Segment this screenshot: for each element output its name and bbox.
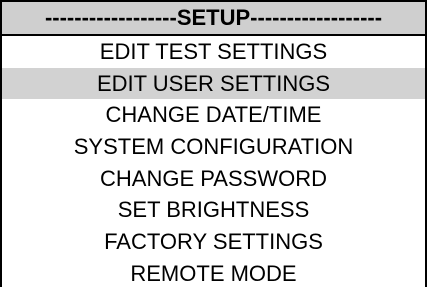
menu-list: EDIT TEST SETTINGS EDIT USER SETTINGS CH… (2, 36, 425, 290)
menu-title: ------------------SETUP-----------------… (2, 2, 425, 36)
menu-item-edit-user-settings[interactable]: EDIT USER SETTINGS (2, 67, 425, 100)
menu-item-factory-settings[interactable]: FACTORY SETTINGS (2, 226, 425, 258)
menu-item-change-password[interactable]: CHANGE PASSWORD (2, 163, 425, 195)
menu-item-remote-mode[interactable]: REMOTE MODE (2, 258, 425, 290)
menu-item-set-brightness[interactable]: SET BRIGHTNESS (2, 194, 425, 226)
menu-item-change-date-time[interactable]: CHANGE DATE/TIME (2, 99, 425, 131)
menu-item-edit-test-settings[interactable]: EDIT TEST SETTINGS (2, 36, 425, 68)
menu-item-system-configuration[interactable]: SYSTEM CONFIGURATION (2, 131, 425, 163)
setup-menu-panel: ------------------SETUP-----------------… (0, 0, 427, 287)
